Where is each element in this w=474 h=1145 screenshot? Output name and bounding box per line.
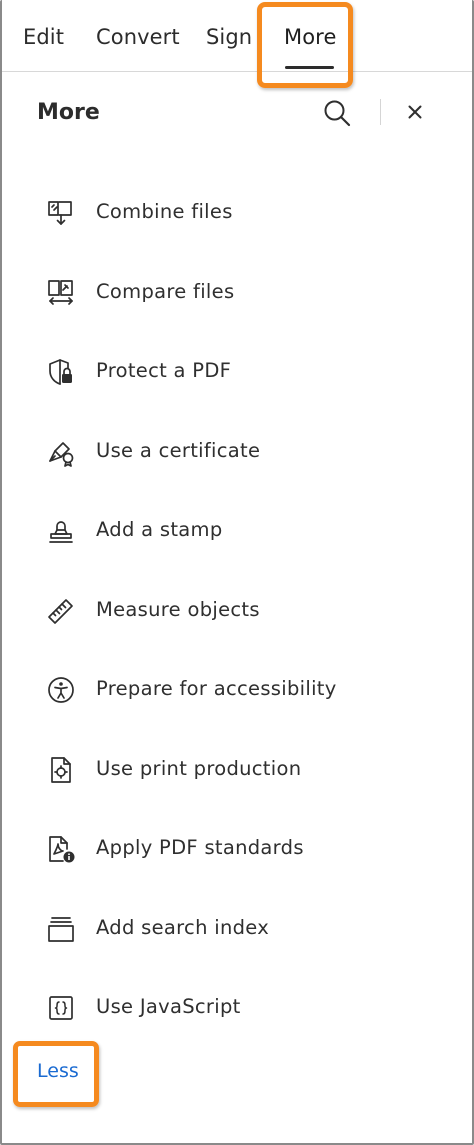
tool-label: Protect a PDF [96,359,232,382]
ruler-icon [46,596,76,626]
close-icon[interactable] [400,97,430,127]
print-production-icon [46,755,76,785]
certificate-pen-icon [46,437,76,467]
compare-files-icon [46,278,76,308]
combine-files-icon [46,198,76,228]
search-icon[interactable] [320,96,354,130]
stamp-icon [46,516,76,546]
tool-protect-pdf[interactable]: Protect a PDF [40,349,440,393]
accessibility-icon [46,675,76,705]
window-frame [0,0,474,1145]
tool-label: Apply PDF standards [96,836,304,859]
javascript-icon [46,993,76,1023]
tab-convert[interactable]: Convert [96,22,180,52]
tool-add-stamp[interactable]: Add a stamp [40,508,440,552]
tool-label: Compare files [96,280,235,303]
header-divider [380,99,381,125]
tool-add-search-index[interactable]: Add search index [40,906,440,950]
tool-label: Prepare for accessibility [96,677,337,700]
tab-sign[interactable]: Sign [206,22,252,52]
tool-label: Use print production [96,757,302,780]
tool-label: Add search index [96,916,270,939]
tool-apply-pdf-standards[interactable]: Apply PDF standards [40,826,440,870]
tool-compare-files[interactable]: Compare files [40,270,440,314]
highlight-box-more-tab [257,2,353,88]
search-index-icon [46,914,76,944]
highlight-box-less-link [13,1041,99,1107]
shield-lock-icon [46,357,76,387]
tool-label: Add a stamp [96,518,223,541]
tool-label: Use a certificate [96,439,261,462]
tool-label: Combine files [96,200,233,223]
tool-print-production[interactable]: Use print production [40,747,440,791]
tab-edit[interactable]: Edit [23,22,64,52]
pdf-standards-icon [46,834,76,864]
tool-label: Measure objects [96,598,260,621]
tool-combine-files[interactable]: Combine files [40,190,440,234]
tool-measure-objects[interactable]: Measure objects [40,588,440,632]
top-tab-bar: Edit Convert Sign More [2,0,472,72]
tool-prepare-accessibility[interactable]: Prepare for accessibility [40,667,440,711]
tool-use-certificate[interactable]: Use a certificate [40,429,440,473]
tool-use-javascript[interactable]: Use JavaScript [40,985,440,1029]
panel-title: More [37,100,100,125]
tool-label: Use JavaScript [96,995,241,1018]
